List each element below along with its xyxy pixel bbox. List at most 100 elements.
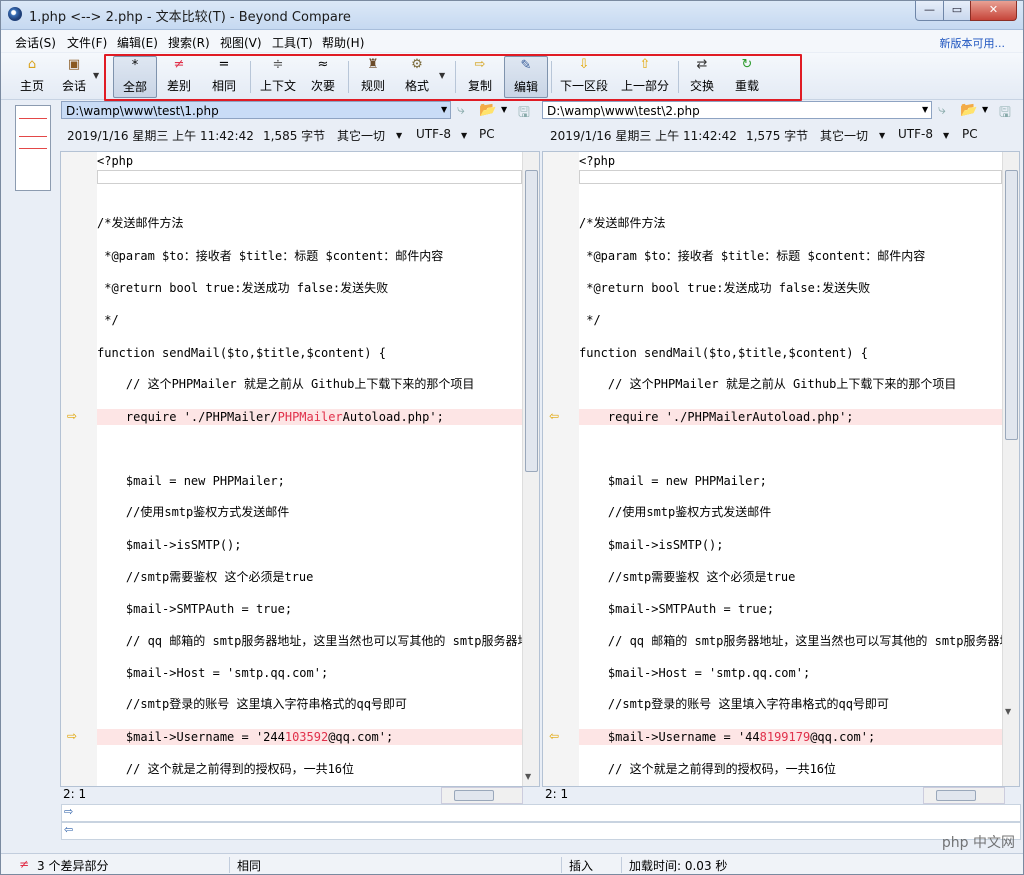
chevron-down-icon[interactable]: ▼	[441, 105, 447, 114]
left-horizontal-scrollbar[interactable]	[441, 787, 523, 804]
merge-output-row-left[interactable]: ⇦	[61, 822, 1021, 840]
right-history-icon[interactable]: ⤷	[938, 102, 946, 118]
not-equal-icon: ≠	[19, 857, 30, 871]
new-version-link[interactable]: 新版本可用...	[940, 35, 1006, 51]
context-icon: ≑	[272, 57, 284, 72]
copy-left-arrow-icon[interactable]: ⇦	[549, 729, 559, 743]
menu-help[interactable]: 帮助(H)	[322, 34, 364, 51]
chevron-down-icon[interactable]: ▼	[922, 105, 928, 114]
right-encoding-select[interactable]: UTF-8	[898, 127, 933, 141]
window-title: 1.php <--> 2.php - 文本比较(T) - Beyond Comp…	[29, 10, 351, 25]
swap-button[interactable]: ⇄ 交换	[686, 56, 718, 96]
minimize-button[interactable]: —	[915, 1, 944, 21]
copy-right-arrow-icon[interactable]: ⇨	[67, 409, 77, 423]
right-code[interactable]: <?php /*发送邮件方法 *@param $to：接收者 $title：标题…	[579, 152, 1002, 786]
right-file-info: 2019/1/16 星期三 上午 11:42:42 1,575 字节 其它一切 …	[542, 127, 1020, 147]
code-line: <?php	[579, 154, 616, 168]
right-hscroll-thumb[interactable]	[936, 790, 976, 801]
toolbar-separator	[551, 61, 552, 93]
right-folder-icon[interactable]: 📂	[960, 102, 977, 118]
menu-file[interactable]: 文件(F)	[67, 34, 107, 51]
left-history-icon[interactable]: ⤷	[457, 102, 465, 118]
edit-icon: ✎	[520, 58, 532, 73]
left-save-icon[interactable]: 🖫	[518, 102, 530, 126]
minor-button[interactable]: ≈ 次要	[307, 56, 339, 96]
code-line: *@param $to：接收者 $title：标题 $content：邮件内容	[97, 249, 444, 263]
format-button[interactable]: ⚙ 格式	[401, 56, 433, 96]
menu-tools[interactable]: 工具(T)	[272, 34, 313, 51]
left-code[interactable]: <?php /*发送邮件方法 *@param $to：接收者 $title：标题…	[97, 152, 522, 786]
gears-icon: ⚙	[411, 57, 423, 72]
overview-thumbnail[interactable]	[15, 105, 51, 191]
chevron-down-icon[interactable]: ▼	[461, 131, 467, 140]
next-section-button[interactable]: ⇩ 下一区段	[557, 56, 611, 96]
format-dropdown-arrow[interactable]: ▼	[439, 71, 445, 80]
chevron-down-icon[interactable]: ▼	[1005, 707, 1011, 716]
right-horizontal-scrollbar[interactable]	[923, 787, 1005, 804]
not-equal-icon: ≠	[173, 57, 185, 72]
arrow-left-icon: ⇦	[64, 823, 74, 836]
right-path-row: D:\wamp\www\test\2.php ▼ ⤷ 📂 ▼ 🖫	[542, 101, 1020, 121]
code-line: $mail = new PHPMailer;	[579, 474, 767, 488]
left-other-select[interactable]: 其它一切	[337, 127, 385, 144]
left-vertical-scrollbar[interactable]: ▼	[522, 152, 539, 786]
chevron-down-icon[interactable]: ▼	[879, 131, 885, 140]
beyond-compare-icon	[8, 7, 22, 21]
merge-output-row-right[interactable]: ⇨	[61, 804, 1021, 822]
left-text-pane[interactable]: ⇨ ⇨ <?php /*发送邮件方法 *@param $to：接收者 $titl…	[60, 151, 540, 787]
chevron-down-icon[interactable]: ▼	[943, 131, 949, 140]
chevron-down-icon[interactable]: ▼	[501, 105, 507, 114]
right-save-icon[interactable]: 🖫	[999, 102, 1011, 126]
rules-button[interactable]: ♜ 规则	[357, 56, 389, 96]
home-button[interactable]: ⌂ 主页	[15, 56, 49, 96]
code-line: /*发送邮件方法	[579, 216, 666, 230]
copy-button[interactable]: ⇨ 复制	[464, 56, 496, 96]
copy-left-arrow-icon[interactable]: ⇦	[549, 409, 559, 423]
session-button[interactable]: ▣ 会话	[57, 56, 91, 96]
diff-line: require './PHPMailerAutoload.php';	[579, 409, 1002, 425]
menu-edit[interactable]: 编辑(E)	[117, 34, 158, 51]
right-path-input[interactable]: D:\wamp\www\test\2.php	[542, 101, 932, 119]
prev-section-button[interactable]: ⇧ 上一部分	[618, 56, 672, 96]
right-other-select[interactable]: 其它一切	[820, 127, 868, 144]
left-encoding-select[interactable]: UTF-8	[416, 127, 451, 141]
status-separator	[229, 857, 230, 873]
status-same: 相同	[237, 859, 262, 873]
left-path-input[interactable]: D:\wamp\www\test\1.php	[61, 101, 451, 119]
status-separator	[561, 857, 562, 873]
arrow-up-icon: ⇧	[639, 57, 651, 72]
code-line: //smtp需要鉴权 这个必须是true	[97, 570, 314, 584]
reload-button[interactable]: ↻ 重载	[731, 56, 763, 96]
chevron-down-icon[interactable]: ▼	[525, 772, 531, 781]
right-text-pane[interactable]: ⇦ ⇦ <?php /*发送邮件方法 *@param $to：接收者 $titl…	[542, 151, 1020, 787]
show-all-button[interactable]: * 全部	[113, 56, 157, 98]
right-scroll-thumb[interactable]	[1005, 170, 1018, 440]
toolbar-separator	[250, 61, 251, 93]
arrow-down-icon: ⇩	[578, 57, 590, 72]
show-diff-button[interactable]: ≠ 差别	[161, 56, 197, 96]
left-scroll-thumb[interactable]	[525, 170, 538, 472]
context-button[interactable]: ≑ 上下文	[257, 56, 299, 96]
code-line: //使用smtp鉴权方式发送邮件	[97, 505, 290, 519]
menu-view[interactable]: 视图(V)	[220, 34, 262, 51]
menu-session[interactable]: 会话(S)	[15, 34, 56, 51]
left-lineend[interactable]: PC	[479, 127, 495, 141]
close-button[interactable]: ✕	[970, 1, 1017, 21]
show-same-button[interactable]: = 相同	[206, 56, 242, 96]
right-lineend[interactable]: PC	[962, 127, 978, 141]
chevron-down-icon[interactable]: ▼	[982, 105, 988, 114]
left-folder-icon[interactable]: 📂	[479, 102, 496, 118]
code-line: // qq 邮箱的 smtp服务器地址，这里当然也可以写其他的 smtp服务器地…	[97, 634, 522, 648]
right-vertical-scrollbar[interactable]: ▼	[1002, 152, 1019, 786]
menu-search[interactable]: 搜索(R)	[168, 34, 210, 51]
session-dropdown-arrow[interactable]: ▼	[93, 71, 99, 80]
right-file-size: 1,575 字节	[746, 129, 809, 143]
code-line: // 这个就是之前得到的授权码，一共16位	[97, 762, 355, 776]
maximize-button[interactable]: ▭	[943, 1, 971, 21]
edit-button[interactable]: ✎ 编辑	[504, 56, 548, 98]
copy-right-arrow-icon[interactable]: ⇨	[67, 729, 77, 743]
left-hscroll-thumb[interactable]	[454, 790, 494, 801]
chevron-down-icon[interactable]: ▼	[396, 131, 402, 140]
asterisk-icon: *	[131, 58, 139, 73]
code-line: // 这个PHPMailer 就是之前从 Github上下载下来的那个项目	[97, 377, 475, 391]
